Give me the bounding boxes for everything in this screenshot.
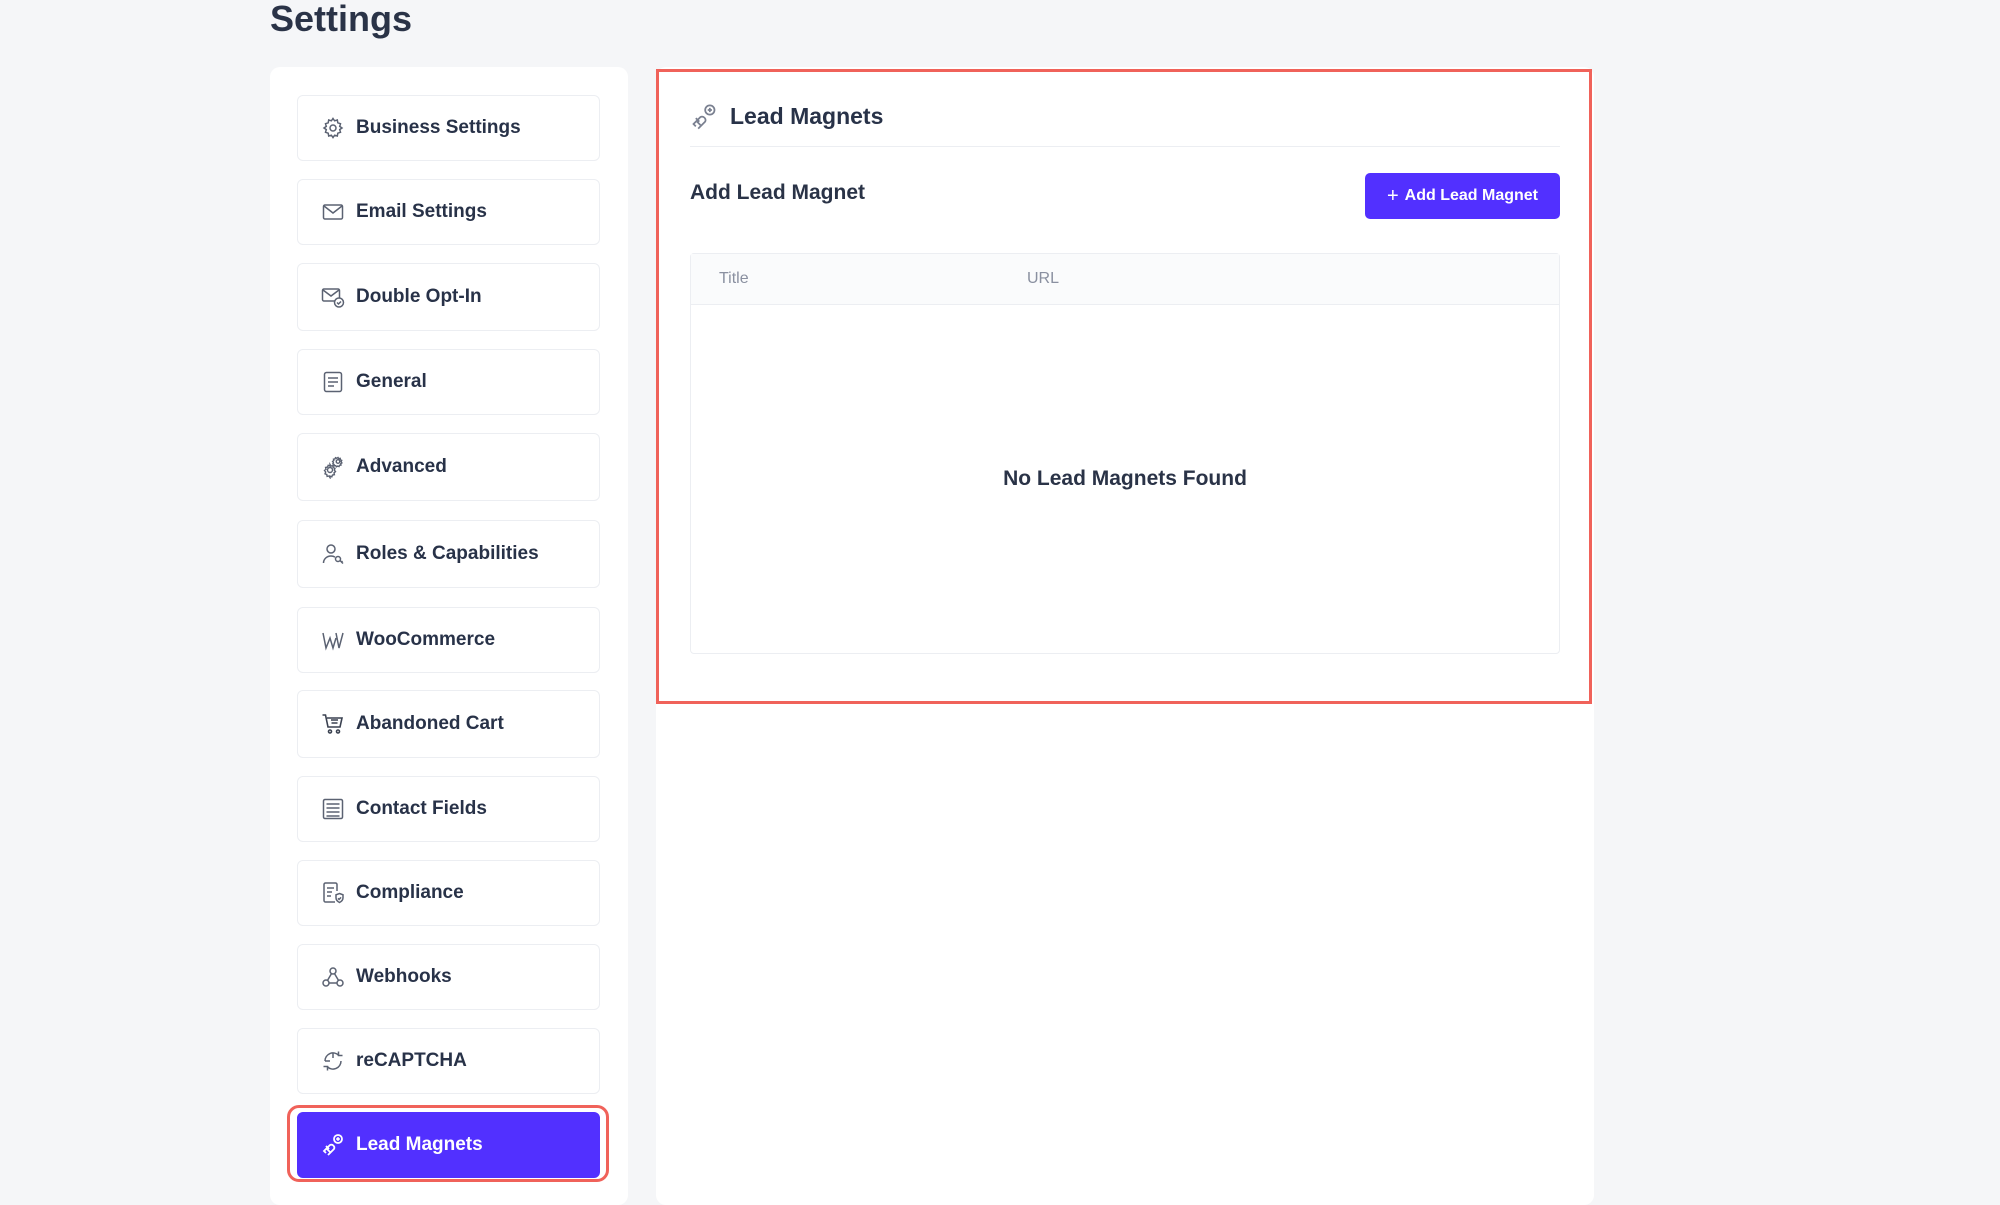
sidebar-item-compliance[interactable]: Compliance [297,860,600,926]
magnet-icon [320,1132,346,1158]
sidebar-item-label: Double Opt-In [356,286,482,307]
sidebar-item-label: Email Settings [356,201,487,222]
sidebar-item-webhooks[interactable]: Webhooks [297,944,600,1010]
magnet-icon [690,103,718,131]
form-fields-icon [320,796,346,822]
sidebar-item-business-settings[interactable]: Business Settings [297,95,600,161]
add-lead-magnet-button[interactable]: + Add Lead Magnet [1365,173,1560,219]
sidebar-item-label: Compliance [356,882,464,903]
panel-header: Lead Magnets [690,87,1560,147]
woocommerce-icon [320,627,346,653]
panel-title: Lead Magnets [730,103,884,129]
sidebar-item-email-settings[interactable]: Email Settings [297,179,600,245]
settings-sidebar: Business Settings Email Settings Double … [270,67,628,1205]
sidebar-item-abandoned-cart[interactable]: Abandoned Cart [297,690,600,758]
recaptcha-icon [320,1048,346,1074]
gears-icon [320,454,346,480]
table-header: Title URL [691,254,1559,305]
sidebar-item-label: Lead Magnets [356,1134,483,1155]
webhook-icon [320,964,346,990]
sidebar-item-label: WooCommerce [356,629,496,650]
sidebar-item-label: reCAPTCHA [356,1050,467,1071]
sidebar-item-label: Business Settings [356,117,521,138]
sidebar-item-double-opt-in[interactable]: Double Opt-In [297,263,600,331]
sidebar-item-label: Advanced [356,456,447,477]
sidebar-item-recaptcha[interactable]: reCAPTCHA [297,1028,600,1094]
sidebar-item-advanced[interactable]: Advanced [297,433,600,501]
lead-magnets-table: Title URL No Lead Magnets Found [690,253,1560,654]
gear-icon [320,115,346,141]
add-lead-magnet-button-label: Add Lead Magnet [1404,187,1539,204]
cart-icon [320,711,346,737]
column-header-title[interactable]: Title [691,270,1027,288]
envelope-icon [320,199,346,225]
sidebar-item-label: General [356,371,427,392]
sidebar-item-label: Webhooks [356,966,452,987]
sidebar-item-roles-capabilities[interactable]: Roles & Capabilities [297,520,600,588]
document-icon [320,369,346,395]
column-header-url[interactable]: URL [1027,270,1059,288]
sidebar-item-general[interactable]: General [297,349,600,415]
user-key-icon [320,541,346,567]
sidebar-item-contact-fields[interactable]: Contact Fields [297,776,600,842]
section-title: Add Lead Magnet [690,181,866,204]
main-panel: Lead Magnets Add Lead Magnet + Add Lead … [656,67,1594,1205]
sidebar-item-woocommerce[interactable]: WooCommerce [297,607,600,673]
empty-state-message: No Lead Magnets Found [1003,467,1247,490]
page-title: Settings [270,0,413,39]
document-shield-icon [320,880,346,906]
sidebar-item-lead-magnets[interactable]: Lead Magnets [297,1112,600,1178]
sidebar-item-label: Contact Fields [356,798,487,819]
envelope-check-icon [320,284,346,310]
sidebar-item-label: Abandoned Cart [356,713,504,734]
plus-icon: + [1386,185,1399,207]
sidebar-item-label: Roles & Capabilities [356,543,539,564]
